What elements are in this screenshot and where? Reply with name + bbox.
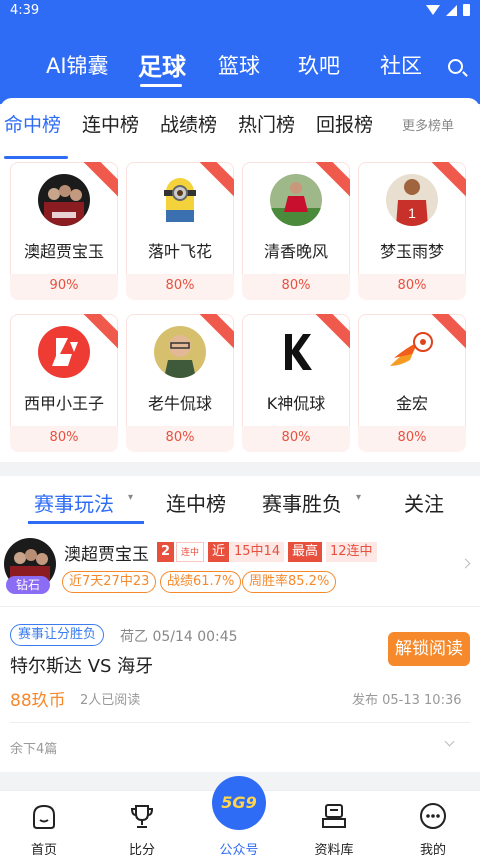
expert-rate: 80% <box>397 278 427 293</box>
nav-label: 首页 <box>30 843 57 855</box>
ranking-card: 命中榜 连中榜 战绩榜 热门榜 回报榜 更多榜单 澳超贾宝玉 90% 落叶飞花 … <box>0 98 480 462</box>
read-count: 2人已阅读 <box>80 693 141 708</box>
expert-name: 西甲小王子 <box>23 394 104 413</box>
streak-label-badge: 连中 <box>176 542 205 562</box>
league-time: 荷乙 05/14 00:45 <box>120 629 238 645</box>
svg-text:1: 1 <box>408 205 416 221</box>
topnav-community[interactable]: 社区 <box>380 50 422 80</box>
battery-icon <box>463 4 470 16</box>
expert-rate: 80% <box>281 278 311 293</box>
status-time: 4:39 <box>10 3 40 18</box>
status-icons <box>426 4 470 16</box>
divider <box>10 722 470 723</box>
expert-card[interactable]: 落叶飞花 80% <box>126 162 234 300</box>
expert-name: 清香晚风 <box>263 242 328 261</box>
tab-match-result[interactable]: 赛事胜负 <box>262 488 342 517</box>
best-label-badge: 最高 <box>288 542 323 562</box>
center-logo-button[interactable]: 5G9 <box>212 776 266 830</box>
trophy-icon <box>130 805 154 828</box>
streak-count-badge: 2 <box>157 542 175 562</box>
app-header: 4:39 AI锦囊 足球 篮球 玖吧 社区 <box>0 0 480 104</box>
avatar <box>154 326 206 378</box>
avatar: 1 <box>386 174 438 226</box>
expert-name: 梦玉雨梦 <box>379 242 444 261</box>
home-icon <box>33 804 55 829</box>
expert-name: 澳超贾宝玉 <box>23 242 104 261</box>
expert-rate: 80% <box>165 430 195 445</box>
expert-card[interactable]: K神侃球 80% <box>242 314 350 452</box>
chevron-down-icon[interactable] <box>444 736 455 747</box>
avatar <box>270 326 322 378</box>
tab-hot-rank[interactable]: 热门榜 <box>238 110 295 137</box>
stat-chip: 战绩61.7% <box>160 571 242 593</box>
top-nav: AI锦囊 足球 篮球 玖吧 社区 <box>0 50 480 90</box>
ranking-tabs: 命中榜 连中榜 战绩榜 热门榜 回报榜 更多榜单 <box>0 110 480 159</box>
avatar <box>154 174 206 226</box>
tab-record-rank[interactable]: 战绩榜 <box>160 110 217 137</box>
tab-return-rank[interactable]: 回报榜 <box>316 110 373 137</box>
level-badge: 钻石 <box>6 576 50 594</box>
remaining-posts[interactable]: 余下4篇 <box>10 738 57 757</box>
expert-rate: 80% <box>281 430 311 445</box>
topnav-ai[interactable]: AI锦囊 <box>46 50 109 80</box>
expert-name: 澳超贾宝玉 <box>64 545 149 565</box>
more-icon <box>420 803 446 829</box>
tab-hit-rank[interactable]: 命中榜 <box>4 110 61 137</box>
topnav-jiuba[interactable]: 玖吧 <box>298 50 340 80</box>
nav-label: 公众号 <box>219 843 259 855</box>
tab-streak-rank[interactable]: 连中榜 <box>82 110 139 137</box>
search-icon[interactable] <box>448 59 463 74</box>
match-section: 赛事玩法 ▾ 连中榜 赛事胜负 ▾ 关注 钻石 澳超贾宝玉 2 连中 近 15中… <box>0 476 480 772</box>
expert-rate: 80% <box>49 430 79 445</box>
nav-label: 比分 <box>128 843 155 855</box>
expert-name: 落叶飞花 <box>147 242 212 261</box>
more-rankings-link[interactable]: 更多榜单 <box>402 115 454 134</box>
topnav-basketball[interactable]: 篮球 <box>218 50 260 80</box>
tab-follow[interactable]: 关注 <box>404 488 444 517</box>
publish-time: 发布 05-13 10:36 <box>352 693 462 708</box>
match-tab-indicator <box>28 521 144 524</box>
nav-label: 资料库 <box>314 843 354 855</box>
nav-label: 我的 <box>419 843 446 855</box>
expert-card[interactable]: 澳超贾宝玉 90% <box>10 162 118 300</box>
expert-card[interactable]: 西甲小王子 80% <box>10 314 118 452</box>
recent-label-badge: 近 <box>208 542 230 562</box>
divider <box>0 606 480 607</box>
avatar <box>386 326 438 378</box>
stat-chip: 周胜率85.2% <box>242 571 337 593</box>
status-bar: 4:39 <box>0 0 480 22</box>
avatar <box>38 174 90 226</box>
topnav-active-indicator <box>140 84 182 87</box>
expert-name: K神侃球 <box>266 394 326 413</box>
avatar <box>270 174 322 226</box>
expert-rate: 90% <box>49 278 79 293</box>
match-title[interactable]: 特尔斯达 VS 海牙 <box>10 652 153 678</box>
topnav-football[interactable]: 足球 <box>138 47 186 82</box>
best-value-badge: 12连中 <box>326 542 377 562</box>
expert-name: 老牛侃球 <box>147 394 212 413</box>
tab-dropdown-indicator: ▾ <box>356 492 362 503</box>
signal-icon <box>446 4 457 16</box>
tab-match-play[interactable]: 赛事玩法 <box>34 488 114 517</box>
expert-card[interactable]: 老牛侃球 80% <box>126 314 234 452</box>
expert-card[interactable]: 清香晚风 80% <box>242 162 350 300</box>
stat-chip: 近7天27中23 <box>62 571 157 593</box>
expert-name: 金宏 <box>395 394 428 413</box>
wifi-icon <box>426 5 440 15</box>
ranking-tab-indicator <box>4 156 68 159</box>
expert-rate: 80% <box>397 430 427 445</box>
unlock-read-button[interactable]: 解锁阅读 <box>388 632 470 666</box>
chevron-right-icon <box>460 558 471 569</box>
tab-dropdown-indicator: ▾ <box>128 492 134 503</box>
match-type-tag: 赛事让分胜负 <box>10 624 105 646</box>
expert-card[interactable]: 金宏 80% <box>358 314 466 452</box>
expert-card[interactable]: 1 梦玉雨梦 80% <box>358 162 466 300</box>
recent-value-badge: 15中14 <box>230 542 285 562</box>
database-icon <box>322 804 346 828</box>
price: 88玖币 <box>10 691 66 711</box>
tab-streak[interactable]: 连中榜 <box>166 488 226 517</box>
expert-rate: 80% <box>165 278 195 293</box>
avatar <box>38 326 90 378</box>
